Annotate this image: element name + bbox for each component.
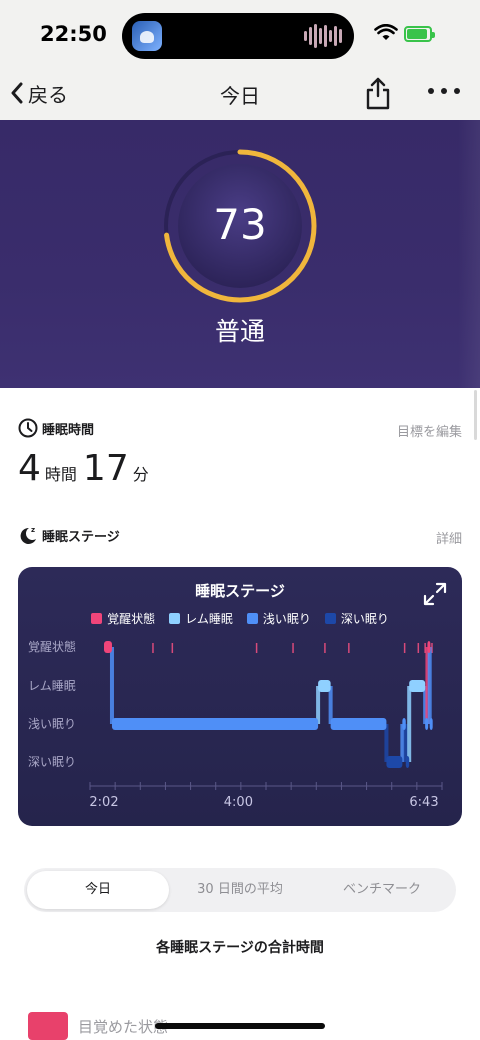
page-title: 今日 bbox=[220, 84, 260, 108]
share-icon[interactable] bbox=[364, 76, 392, 110]
duration-hours-unit: 時間 bbox=[44, 465, 77, 484]
stage-segment bbox=[405, 756, 410, 768]
x-axis-label: 2:02 bbox=[89, 795, 118, 810]
stage-segment bbox=[402, 718, 406, 730]
sleep-score-label: 普通 bbox=[214, 317, 265, 346]
home-indicator[interactable] bbox=[155, 1023, 325, 1029]
wifi-icon bbox=[374, 24, 398, 40]
tab-today[interactable]: 今日 bbox=[27, 871, 169, 909]
stage-segment bbox=[427, 641, 431, 653]
x-axis-label: 6:43 bbox=[409, 795, 438, 810]
awake-color-swatch bbox=[28, 1012, 68, 1040]
sleep-stages-header: z 睡眠ステージ bbox=[18, 525, 120, 545]
legend-item-deep: 深い眠り bbox=[324, 610, 389, 627]
stage-segment bbox=[318, 680, 331, 692]
stage-segment bbox=[425, 718, 429, 730]
y-axis-label: 覚醒状態 bbox=[28, 639, 76, 654]
stage-segment bbox=[409, 680, 426, 692]
stage-segment bbox=[111, 718, 319, 730]
scrollbar[interactable] bbox=[474, 390, 477, 440]
moon-icon: z bbox=[20, 526, 36, 544]
sleep-time-title: 睡眠時間 bbox=[42, 422, 95, 438]
chart-legend: 覚醒状態 レム睡眠 浅い眠り 深い眠り bbox=[18, 610, 462, 627]
dynamic-island[interactable] bbox=[122, 13, 354, 59]
details-link[interactable]: 詳細 bbox=[436, 528, 462, 547]
stage-row-awake[interactable]: 目覚めた状態 bbox=[28, 1012, 168, 1040]
sleep-time-header: 睡眠時間 bbox=[18, 418, 94, 438]
x-axis-label: 4:00 bbox=[224, 795, 253, 810]
chart-title: 睡眠ステージ bbox=[195, 582, 285, 600]
sleep-duration: 4 時間 17 分 bbox=[18, 448, 155, 489]
nav-bar: 戻る 今日 bbox=[0, 70, 480, 120]
stage-segment bbox=[429, 718, 433, 730]
tab-30-day-average[interactable]: 30 日間の平均 bbox=[169, 871, 311, 909]
sleep-stages-chart[interactable]: 覚醒状態 レム睡眠 浅い眠り 深い眠り 2:02 4:00 6:43 睡眠ステージ 覚醒状態… bbox=[18, 567, 462, 826]
stage-segment bbox=[386, 756, 403, 768]
now-playing-app-icon[interactable] bbox=[132, 21, 162, 51]
duration-hours: 4 bbox=[18, 448, 41, 489]
legend-item-light: 浅い眠り bbox=[246, 610, 311, 627]
more-options-icon[interactable] bbox=[428, 88, 460, 94]
battery-charging-icon bbox=[404, 26, 435, 42]
status-time: 22:50 bbox=[40, 22, 107, 46]
duration-minutes-unit: 分 bbox=[132, 465, 149, 484]
y-axis-label: レム睡眠 bbox=[28, 679, 76, 693]
clock-icon bbox=[18, 418, 38, 438]
audio-waveform-icon bbox=[304, 23, 342, 49]
legend-item-awake: 覚醒状態 bbox=[91, 610, 155, 627]
duration-minutes: 17 bbox=[82, 448, 129, 489]
sleep-score-value: 73 bbox=[213, 200, 267, 249]
tab-benchmark[interactable]: ベンチマーク bbox=[311, 871, 453, 909]
legend-item-rem: レム睡眠 bbox=[169, 610, 233, 627]
sleep-stages-title: 睡眠ステージ bbox=[42, 529, 120, 545]
y-axis-label: 浅い眠り bbox=[28, 717, 76, 731]
stage-segment bbox=[330, 718, 387, 730]
status-bar: 22:50 bbox=[0, 0, 480, 70]
y-axis-label: 深い眠り bbox=[28, 755, 76, 769]
sleep-stages-plot: 覚醒状態レム睡眠浅い眠り深い眠り 2:02 4:00 6:43 bbox=[28, 639, 443, 810]
expand-icon[interactable] bbox=[422, 581, 448, 607]
stage-segment bbox=[104, 641, 112, 653]
edit-goal-link[interactable]: 目標を編集 bbox=[397, 421, 462, 440]
svg-text:z: z bbox=[31, 526, 35, 534]
period-tabs: 今日 30 日間の平均 ベンチマーク bbox=[24, 868, 456, 912]
stage-totals-title: 各睡眠ステージの合計時間 bbox=[156, 940, 324, 956]
